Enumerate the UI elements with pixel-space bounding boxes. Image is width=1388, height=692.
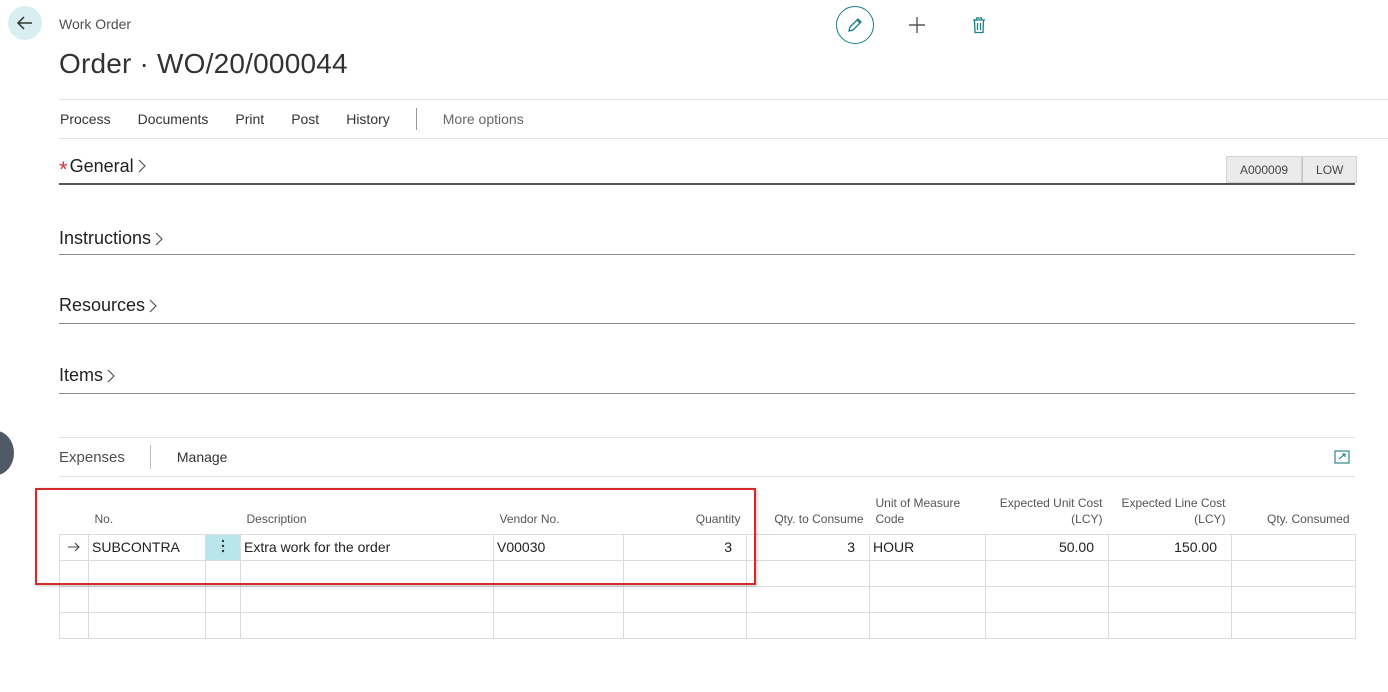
expenses-title[interactable]: Expenses	[59, 449, 125, 466]
col-expected-unit-cost[interactable]: Expected Unit Cost (LCY)	[986, 492, 1109, 534]
section-general-header[interactable]: * General	[59, 155, 147, 181]
action-process[interactable]: Process	[60, 111, 111, 127]
section-resources-label: Resources	[59, 295, 146, 315]
section-items-label: Items	[59, 365, 104, 385]
edit-button[interactable]	[836, 6, 874, 44]
chevron-right-icon	[154, 231, 164, 247]
tag-customer: A000009	[1226, 156, 1303, 183]
required-indicator: *	[59, 157, 68, 182]
col-qty-consumed[interactable]: Qty. Consumed	[1232, 492, 1356, 534]
more-vertical-icon	[221, 539, 225, 552]
action-bar: Process Documents Print Post History Mor…	[59, 99, 1388, 139]
page-title: Order · WO/20/000044	[59, 48, 348, 79]
col-qty-to-consume[interactable]: Qty. to Consume	[747, 492, 870, 534]
chevron-right-icon	[137, 158, 147, 174]
section-general-divider	[59, 183, 1355, 185]
section-instructions-header[interactable]: Instructions	[59, 228, 164, 249]
row-menu-button[interactable]	[205, 533, 241, 561]
tag-priority: LOW	[1302, 156, 1358, 183]
section-general: * General	[59, 155, 1355, 181]
section-items-header[interactable]: Items	[59, 365, 116, 386]
section-resources-header[interactable]: Resources	[59, 295, 158, 316]
section-items: Items	[59, 365, 1355, 386]
arrow-right-icon	[68, 542, 80, 552]
col-description[interactable]: Description	[241, 492, 494, 534]
manage-button[interactable]: Manage	[177, 449, 228, 465]
action-documents[interactable]: Documents	[138, 111, 209, 127]
cell-uom[interactable]: HOUR	[869, 533, 986, 561]
new-button[interactable]	[898, 6, 936, 44]
cell-description[interactable]: Extra work for the order	[240, 533, 494, 561]
action-post[interactable]: Post	[291, 111, 319, 127]
top-actions	[836, 6, 998, 44]
action-separator	[415, 108, 417, 130]
action-history[interactable]: History	[346, 111, 390, 127]
col-expected-line-cost[interactable]: Expected Line Cost (LCY)	[1109, 492, 1232, 534]
row-indicator	[59, 533, 89, 561]
plus-icon	[909, 17, 925, 33]
section-items-divider	[59, 393, 1355, 394]
col-quantity[interactable]: Quantity	[624, 492, 747, 534]
table-row[interactable]	[59, 559, 1356, 587]
section-instructions-label: Instructions	[59, 228, 152, 248]
section-instructions: Instructions	[59, 228, 1355, 249]
table-row[interactable]	[59, 611, 1356, 639]
arrow-left-icon	[16, 16, 32, 30]
cell-no[interactable]: SUBCONTRA	[88, 533, 206, 561]
action-print[interactable]: Print	[235, 111, 264, 127]
chevron-right-icon	[148, 298, 158, 314]
section-general-label: General	[69, 155, 134, 176]
table-row[interactable]	[59, 585, 1356, 613]
cell-line-cost[interactable]: 150.00	[1108, 533, 1232, 561]
chevron-right-icon	[106, 368, 116, 384]
delete-button[interactable]	[960, 6, 998, 44]
col-uom[interactable]: Unit of Measure Code	[870, 492, 986, 534]
section-resources-divider	[59, 323, 1355, 324]
expand-icon[interactable]	[1334, 450, 1350, 469]
cell-qty-to-consume[interactable]: 3	[746, 533, 870, 561]
expenses-separator	[149, 445, 151, 469]
cell-quantity[interactable]: 3	[623, 533, 747, 561]
cell-qty-consumed[interactable]	[1231, 533, 1356, 561]
trash-icon	[973, 17, 985, 34]
col-no[interactable]: No.	[89, 492, 206, 534]
page-caption: Work Order	[59, 16, 132, 32]
section-resources: Resources	[59, 295, 1355, 316]
more-options-button[interactable]: More options	[443, 111, 524, 127]
cell-unit-cost[interactable]: 50.00	[985, 533, 1109, 561]
expenses-grid: No. Description Vendor No. Quantity Qty.…	[59, 492, 1356, 639]
cell-vendor-no[interactable]: V00030	[493, 533, 624, 561]
side-handle[interactable]	[0, 431, 14, 475]
expenses-bar: Expenses Manage	[59, 437, 1355, 477]
back-button[interactable]	[8, 6, 42, 40]
header-tags: A000009 LOW	[1226, 156, 1358, 183]
col-vendor-no[interactable]: Vendor No.	[494, 492, 624, 534]
table-row[interactable]: SUBCONTRA Extra work for the order V0003…	[59, 533, 1356, 561]
pencil-icon	[848, 18, 862, 32]
section-instructions-divider	[59, 254, 1355, 255]
